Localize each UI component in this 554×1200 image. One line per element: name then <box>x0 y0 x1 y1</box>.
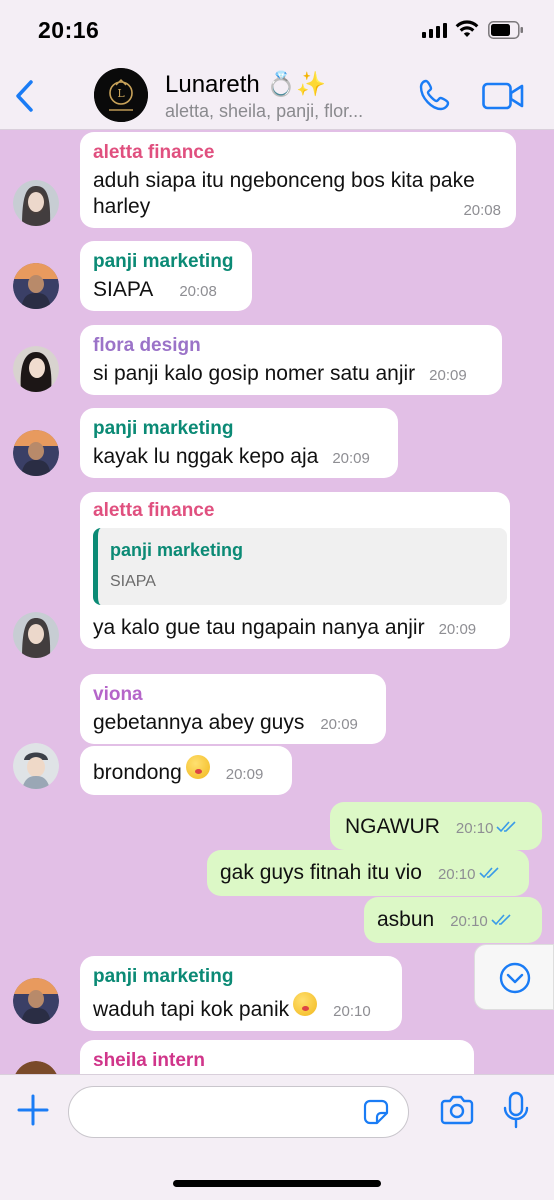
message-bubble[interactable]: aletta finance aduh siapa itu ngebonceng… <box>80 132 516 228</box>
message-text: ya kalo gue tau ngapain nanya anjir <box>93 616 425 639</box>
message-time: 20:09 <box>332 450 370 467</box>
plus-icon[interactable] <box>16 1093 50 1127</box>
read-receipt-icon <box>491 914 511 926</box>
home-indicator <box>173 1180 381 1187</box>
message-sender: viona <box>93 684 143 705</box>
svg-text:L: L <box>117 87 125 100</box>
message-bubble[interactable]: brondong 20:09 <box>80 746 292 795</box>
message-time: 20:09 <box>438 621 477 638</box>
outgoing-message[interactable]: gak guys fitnah itu vio 20:10 <box>207 850 529 896</box>
avatar-viona[interactable] <box>13 743 59 789</box>
message-sender: flora design <box>93 335 201 356</box>
battery-icon <box>488 21 523 39</box>
message-sender: sheila intern <box>93 1050 205 1071</box>
avatar-aletta[interactable] <box>13 612 59 658</box>
avatar-flora[interactable] <box>13 346 59 392</box>
chat-header: L Lunareth 💍✨ aletta, sheila, panji, flo… <box>0 58 554 130</box>
message-sender: aletta finance <box>93 142 215 163</box>
avatar-panji[interactable] <box>13 978 59 1024</box>
status-bar: 20:16 <box>0 0 554 58</box>
outgoing-message[interactable]: asbun 20:10 <box>364 897 542 943</box>
chat-messages[interactable]: aletta finance aduh siapa itu ngebonceng… <box>0 130 554 1074</box>
avatar-panji[interactable] <box>13 430 59 476</box>
chevron-down-icon <box>499 962 531 994</box>
message-time: 20:10 <box>333 1003 371 1020</box>
camera-icon[interactable] <box>439 1095 475 1125</box>
message-text: asbun <box>377 908 435 931</box>
message-input[interactable] <box>68 1086 409 1138</box>
message-sender: panji marketing <box>93 418 234 439</box>
avatar-panji[interactable] <box>13 263 59 309</box>
message-text: NGAWUR <box>345 815 440 838</box>
hand-over-mouth-emoji-icon <box>185 755 210 779</box>
microphone-icon[interactable] <box>503 1091 529 1129</box>
message-text: kayak lu nggak kepo aja <box>93 445 319 468</box>
message-input-bar <box>0 1074 554 1200</box>
status-time: 20:16 <box>38 17 100 43</box>
message-time: 20:08 <box>463 202 501 219</box>
message-text: SIAPA <box>93 278 154 301</box>
message-text: waduh tapi kok panik <box>93 998 290 1021</box>
quoted-sender: panji marketing <box>110 540 244 560</box>
message-text: gak guys fitnah itu vio <box>220 861 422 884</box>
read-receipt-icon <box>496 821 517 833</box>
sticker-icon[interactable] <box>362 1098 390 1126</box>
group-members[interactable]: aletta, sheila, panji, flor... <box>165 101 395 122</box>
quoted-message[interactable]: panji marketing SIAPA <box>93 528 507 605</box>
back-icon[interactable] <box>12 78 38 114</box>
message-bubble[interactable]: sheila intern <box>80 1040 474 1074</box>
message-time: 20:10 <box>450 913 488 930</box>
avatar-aletta[interactable] <box>13 180 59 226</box>
message-time: 20:10 <box>455 820 494 837</box>
message-time: 20:10 <box>437 866 476 883</box>
avatar-sheila[interactable] <box>13 1061 59 1074</box>
message-bubble[interactable]: panji marketing waduh tapi kok panik 20:1… <box>80 956 402 1031</box>
message-sender: panji marketing <box>93 966 234 987</box>
message-time: 20:09 <box>225 766 264 783</box>
message-time: 20:08 <box>179 283 217 300</box>
message-bubble[interactable]: viona gebetannya abey guys 20:09 <box>80 674 386 744</box>
message-bubble[interactable]: aletta finance panji marketing SIAPA ya … <box>80 492 510 649</box>
scroll-to-bottom-button[interactable] <box>474 944 554 1010</box>
outgoing-message[interactable]: NGAWUR 20:10 <box>330 802 542 850</box>
hand-over-mouth-emoji-icon <box>293 992 318 1016</box>
group-avatar[interactable]: L <box>94 68 148 122</box>
quoted-text: SIAPA <box>110 573 156 590</box>
message-time: 20:09 <box>429 367 467 384</box>
message-text: brondong <box>93 761 182 784</box>
group-logo-icon: L <box>94 68 148 122</box>
message-bubble[interactable]: panji marketing kayak lu nggak kepo aja 2… <box>80 408 398 478</box>
message-text: si panji kalo gosip nomer satu anjir <box>93 362 416 385</box>
read-receipt-icon <box>478 867 499 879</box>
message-bubble[interactable]: flora design si panji kalo gosip nomer s… <box>80 325 502 395</box>
message-bubble[interactable]: panji marketing SIAPA 20:08 <box>80 241 252 311</box>
message-sender: panji marketing <box>93 251 234 272</box>
signal-icon <box>422 22 447 38</box>
message-text: gebetannya abey guys <box>93 711 305 734</box>
message-time: 20:09 <box>320 716 358 733</box>
group-name[interactable]: Lunareth 💍✨ <box>165 70 326 99</box>
message-text: aduh siapa itu ngebonceng bos kita pake … <box>93 169 475 218</box>
wifi-icon <box>455 20 479 37</box>
video-call-icon[interactable] <box>482 82 524 110</box>
call-icon[interactable] <box>418 78 452 112</box>
message-sender: aletta finance <box>93 500 215 521</box>
